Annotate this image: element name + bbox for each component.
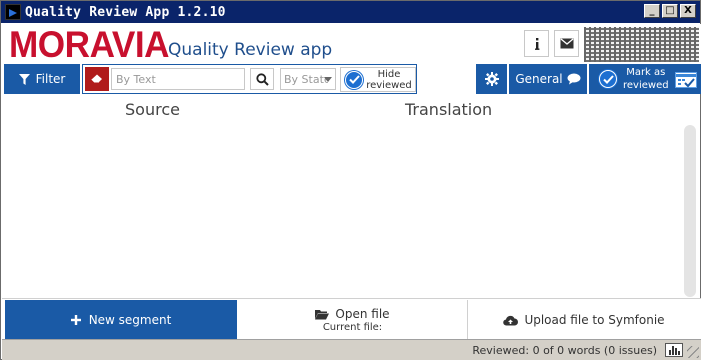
maximize-button[interactable]: □	[662, 4, 678, 18]
general-comments-button[interactable]: General	[509, 64, 588, 94]
moravia-logo: MORAVIA	[9, 24, 170, 65]
plus-icon	[70, 315, 81, 325]
mail-icon	[560, 38, 573, 49]
clear-filter-button[interactable]	[85, 67, 109, 91]
info-button[interactable]	[524, 30, 549, 57]
bar-chart-icon[interactable]	[665, 343, 683, 357]
close-button[interactable]: X	[680, 4, 696, 18]
new-segment-label: New segment	[88, 313, 172, 327]
upload-symfonie-button[interactable]: Upload file to Symfonie	[469, 300, 699, 340]
comment-icon	[567, 73, 581, 85]
mark-line2: reviewed	[623, 80, 669, 91]
state-filter-placeholder: By State	[284, 72, 328, 86]
eraser-icon	[90, 74, 102, 84]
status-bar: Reviewed: 0 of 0 words (0 issues)	[2, 339, 701, 360]
chevron-down-icon	[324, 77, 332, 82]
filter-button[interactable]: Filter	[4, 64, 80, 94]
info-icon	[534, 37, 539, 50]
checkmark-icon	[599, 70, 617, 88]
upload-label: Upload file to Symfonie	[524, 313, 665, 327]
hide-reviewed-toggle[interactable]: Hide reviewed	[340, 67, 416, 92]
translation-column-header: Translation	[405, 100, 493, 119]
cloud-upload-icon	[503, 315, 519, 326]
app-window: Quality Review App 1.2.10 _ □ X MORAVIA …	[0, 0, 701, 360]
mark-reviewed-label: Mark as reviewed	[623, 66, 669, 92]
filter-group: By Text By State Hide reviewed	[82, 64, 417, 94]
title-bar[interactable]: Quality Review App 1.2.10 _ □ X	[1, 1, 700, 23]
filter-label: Filter	[35, 72, 66, 86]
text-filter-placeholder: By Text	[116, 72, 156, 86]
checkmark-icon	[345, 70, 363, 89]
resize-grip[interactable]	[687, 346, 699, 358]
app-subtitle: Quality Review app	[168, 40, 333, 60]
app-header: MORAVIA Quality Review app	[2, 24, 701, 64]
toolbar: Filter By Text By State Hide reviewed Ge…	[2, 64, 701, 94]
current-file-label: Current file:	[322, 322, 383, 333]
open-file-button[interactable]: Open file Current file:	[238, 300, 468, 340]
mark-as-reviewed-button[interactable]: Mark as reviewed	[589, 64, 701, 94]
qr-code-image	[584, 27, 699, 62]
window-controls: _ □ X	[644, 4, 696, 18]
funnel-icon	[18, 73, 30, 85]
hide-reviewed-line2: reviewed	[366, 79, 412, 91]
mark-line1: Mark as	[626, 67, 666, 78]
calendar-check-icon	[675, 72, 697, 88]
new-segment-button[interactable]: New segment	[5, 300, 237, 340]
source-column-header: Source	[125, 100, 180, 119]
search-icon	[255, 72, 269, 86]
settings-button[interactable]	[476, 64, 508, 94]
bottom-action-bar: New segment Open file Current file: Uplo…	[2, 298, 701, 340]
folder-open-icon	[315, 309, 330, 319]
hide-reviewed-label: Hide reviewed	[363, 69, 415, 91]
hide-reviewed-line1: Hide	[377, 68, 401, 80]
open-file-label: Open file	[335, 307, 390, 321]
text-filter-input[interactable]: By Text	[111, 68, 245, 90]
state-filter-select[interactable]: By State	[280, 68, 336, 90]
minimize-button[interactable]: _	[644, 4, 660, 18]
review-status-text: Reviewed: 0 of 0 words (0 issues)	[472, 344, 657, 357]
app-icon	[5, 4, 21, 20]
search-button[interactable]	[250, 68, 274, 90]
mail-button[interactable]	[554, 30, 579, 57]
vertical-scrollbar[interactable]	[684, 125, 696, 297]
window-title: Quality Review App 1.2.10	[25, 4, 226, 20]
gear-icon	[484, 72, 499, 86]
general-label: General	[515, 72, 563, 86]
